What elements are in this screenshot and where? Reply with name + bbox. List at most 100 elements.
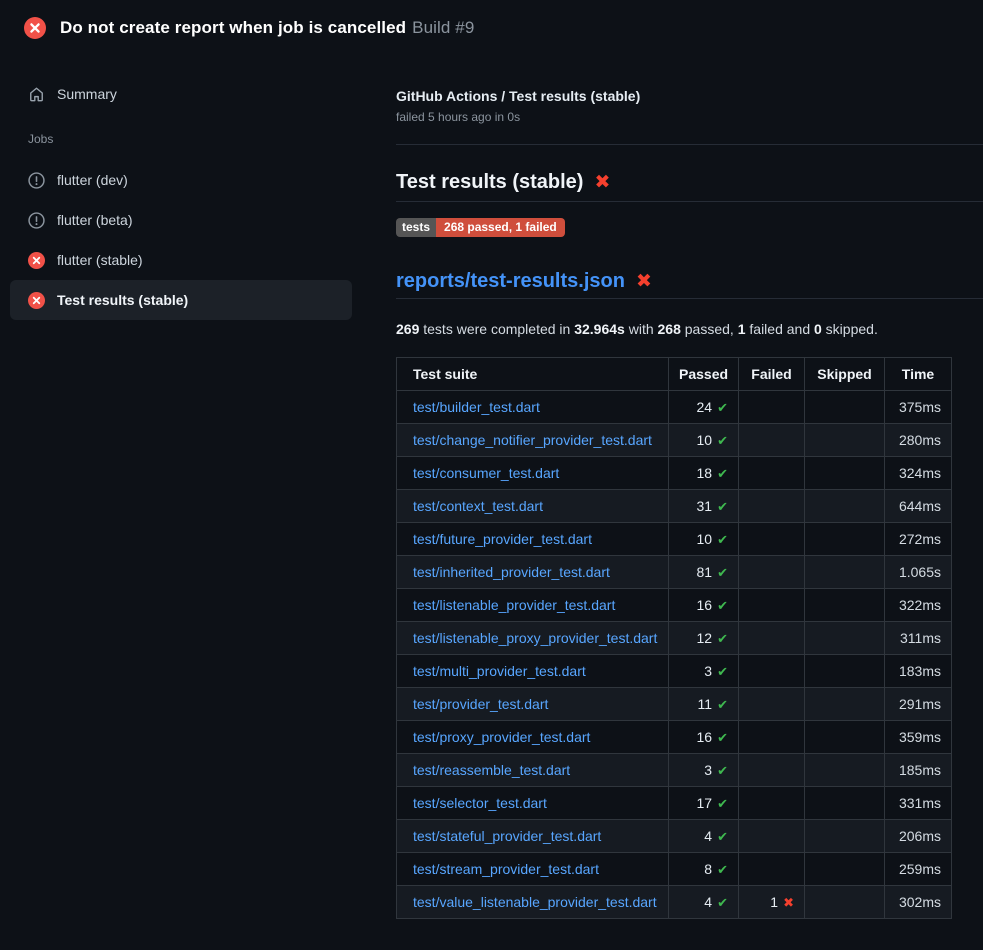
suite-cell: test/builder_test.dart bbox=[397, 391, 669, 424]
check-icon: ✔ bbox=[717, 896, 728, 911]
summary-segment: failed and bbox=[746, 321, 815, 337]
sidebar-item-flutter-dev[interactable]: flutter (dev) bbox=[10, 160, 352, 200]
time-cell: 259ms bbox=[885, 853, 952, 886]
skipped-cell bbox=[805, 457, 885, 490]
time-cell: 291ms bbox=[885, 688, 952, 721]
time-cell: 183ms bbox=[885, 655, 952, 688]
sidebar-item-label: Test results (stable) bbox=[57, 292, 188, 308]
summary-segment: 32.964s bbox=[574, 321, 625, 337]
table-row: test/listenable_proxy_provider_test.dart… bbox=[397, 622, 952, 655]
skipped-cell bbox=[805, 589, 885, 622]
check-icon: ✔ bbox=[717, 830, 728, 845]
section-heading-text: Test results (stable) bbox=[396, 171, 583, 194]
time-cell: 280ms bbox=[885, 424, 952, 457]
failed-cell bbox=[739, 391, 805, 424]
sidebar-item-flutter-stable[interactable]: flutter (stable) bbox=[10, 240, 352, 280]
main-content: GitHub Actions / Test results (stable) f… bbox=[380, 56, 983, 919]
suite-cell: test/reassemble_test.dart bbox=[397, 754, 669, 787]
jobs-list: flutter (dev) flutter (beta) flutter (stab… bbox=[10, 160, 380, 320]
table-row: test/reassemble_test.dart3✔185ms bbox=[397, 754, 952, 787]
skipped-cell bbox=[805, 688, 885, 721]
suite-link[interactable]: test/change_notifier_provider_test.dart bbox=[413, 432, 652, 448]
failed-cell bbox=[739, 424, 805, 457]
suite-link[interactable]: test/reassemble_test.dart bbox=[413, 762, 570, 778]
suite-link[interactable]: test/inherited_provider_test.dart bbox=[413, 564, 610, 580]
summary-segment: passed, bbox=[681, 321, 738, 337]
suite-cell: test/change_notifier_provider_test.dart bbox=[397, 424, 669, 457]
failed-cell bbox=[739, 589, 805, 622]
table-row: test/selector_test.dart17✔331ms bbox=[397, 787, 952, 820]
badge-value: 268 passed, 1 failed bbox=[436, 218, 565, 237]
section-heading: Test results (stable) ✖ bbox=[396, 171, 983, 202]
check-icon: ✔ bbox=[717, 665, 728, 680]
jobs-section-label: Jobs bbox=[10, 132, 380, 146]
failed-cell bbox=[739, 490, 805, 523]
failed-cell bbox=[739, 556, 805, 589]
badge-label: tests bbox=[396, 218, 436, 237]
failed-cell bbox=[739, 787, 805, 820]
column-header-passed: Passed bbox=[669, 358, 739, 391]
suite-link[interactable]: test/consumer_test.dart bbox=[413, 465, 559, 481]
sidebar-item-test-results-stable[interactable]: Test results (stable) bbox=[10, 280, 352, 320]
passed-cell: 12✔ bbox=[669, 622, 739, 655]
suite-link[interactable]: test/listenable_provider_test.dart bbox=[413, 597, 615, 613]
sidebar-item-label: flutter (stable) bbox=[57, 252, 143, 268]
suite-cell: test/stateful_provider_test.dart bbox=[397, 820, 669, 853]
sidebar-item-summary[interactable]: Summary bbox=[10, 80, 352, 108]
suite-link[interactable]: test/multi_provider_test.dart bbox=[413, 663, 586, 679]
sidebar: Summary Jobs flutter (dev) flutter (beta)… bbox=[0, 56, 380, 320]
suite-link[interactable]: test/provider_test.dart bbox=[413, 696, 548, 712]
suite-link[interactable]: test/future_provider_test.dart bbox=[413, 531, 592, 547]
sidebar-item-flutter-beta[interactable]: flutter (beta) bbox=[10, 200, 352, 240]
suite-link[interactable]: test/stateful_provider_test.dart bbox=[413, 828, 601, 844]
suite-cell: test/provider_test.dart bbox=[397, 688, 669, 721]
column-header-skipped: Skipped bbox=[805, 358, 885, 391]
failed-cell-count: 1 bbox=[770, 894, 778, 910]
passed-cell-count: 8 bbox=[704, 861, 712, 877]
skipped-cell bbox=[805, 490, 885, 523]
passed-cell: 18✔ bbox=[669, 457, 739, 490]
table-row: test/listenable_provider_test.dart16✔322… bbox=[397, 589, 952, 622]
suite-link[interactable]: test/context_test.dart bbox=[413, 498, 543, 514]
suite-link[interactable]: test/builder_test.dart bbox=[413, 399, 540, 415]
failed-cell bbox=[739, 688, 805, 721]
time-cell: 1.065s bbox=[885, 556, 952, 589]
cancelled-icon bbox=[28, 172, 45, 189]
table-row: test/multi_provider_test.dart3✔183ms bbox=[397, 655, 952, 688]
suite-cell: test/consumer_test.dart bbox=[397, 457, 669, 490]
report-link[interactable]: reports/test-results.json bbox=[396, 270, 625, 293]
passed-cell-count: 17 bbox=[697, 795, 713, 811]
table-row: test/stateful_provider_test.dart4✔206ms bbox=[397, 820, 952, 853]
suite-cell: test/inherited_provider_test.dart bbox=[397, 556, 669, 589]
skipped-cell bbox=[805, 787, 885, 820]
suite-cell: test/stream_provider_test.dart bbox=[397, 853, 669, 886]
passed-cell: 31✔ bbox=[669, 490, 739, 523]
passed-cell-count: 4 bbox=[704, 894, 712, 910]
sidebar-item-label: flutter (dev) bbox=[57, 172, 128, 188]
suite-link[interactable]: test/selector_test.dart bbox=[413, 795, 547, 811]
skipped-cell bbox=[805, 622, 885, 655]
failed-cell bbox=[739, 754, 805, 787]
page-title: Do not create report when job is cancell… bbox=[60, 18, 474, 38]
page-header: Do not create report when job is cancell… bbox=[0, 0, 983, 56]
suite-cell: test/value_listenable_provider_test.dart bbox=[397, 886, 669, 919]
passed-cell-count: 3 bbox=[704, 762, 712, 778]
suite-link[interactable]: test/value_listenable_provider_test.dart bbox=[413, 894, 657, 910]
suite-cell: test/proxy_provider_test.dart bbox=[397, 721, 669, 754]
suite-link[interactable]: test/stream_provider_test.dart bbox=[413, 861, 599, 877]
skipped-cell bbox=[805, 853, 885, 886]
failed-cell bbox=[739, 721, 805, 754]
skipped-cell bbox=[805, 556, 885, 589]
suite-link[interactable]: test/proxy_provider_test.dart bbox=[413, 729, 590, 745]
suite-link[interactable]: test/listenable_proxy_provider_test.dart bbox=[413, 630, 657, 646]
passed-cell: 8✔ bbox=[669, 853, 739, 886]
passed-cell: 11✔ bbox=[669, 688, 739, 721]
summary-segment: 1 bbox=[738, 321, 746, 337]
failed-cell bbox=[739, 523, 805, 556]
time-cell: 322ms bbox=[885, 589, 952, 622]
tests-badge: tests 268 passed, 1 failed bbox=[396, 218, 565, 237]
time-cell: 644ms bbox=[885, 490, 952, 523]
time-cell: 272ms bbox=[885, 523, 952, 556]
skipped-cell bbox=[805, 424, 885, 457]
passed-cell: 3✔ bbox=[669, 754, 739, 787]
